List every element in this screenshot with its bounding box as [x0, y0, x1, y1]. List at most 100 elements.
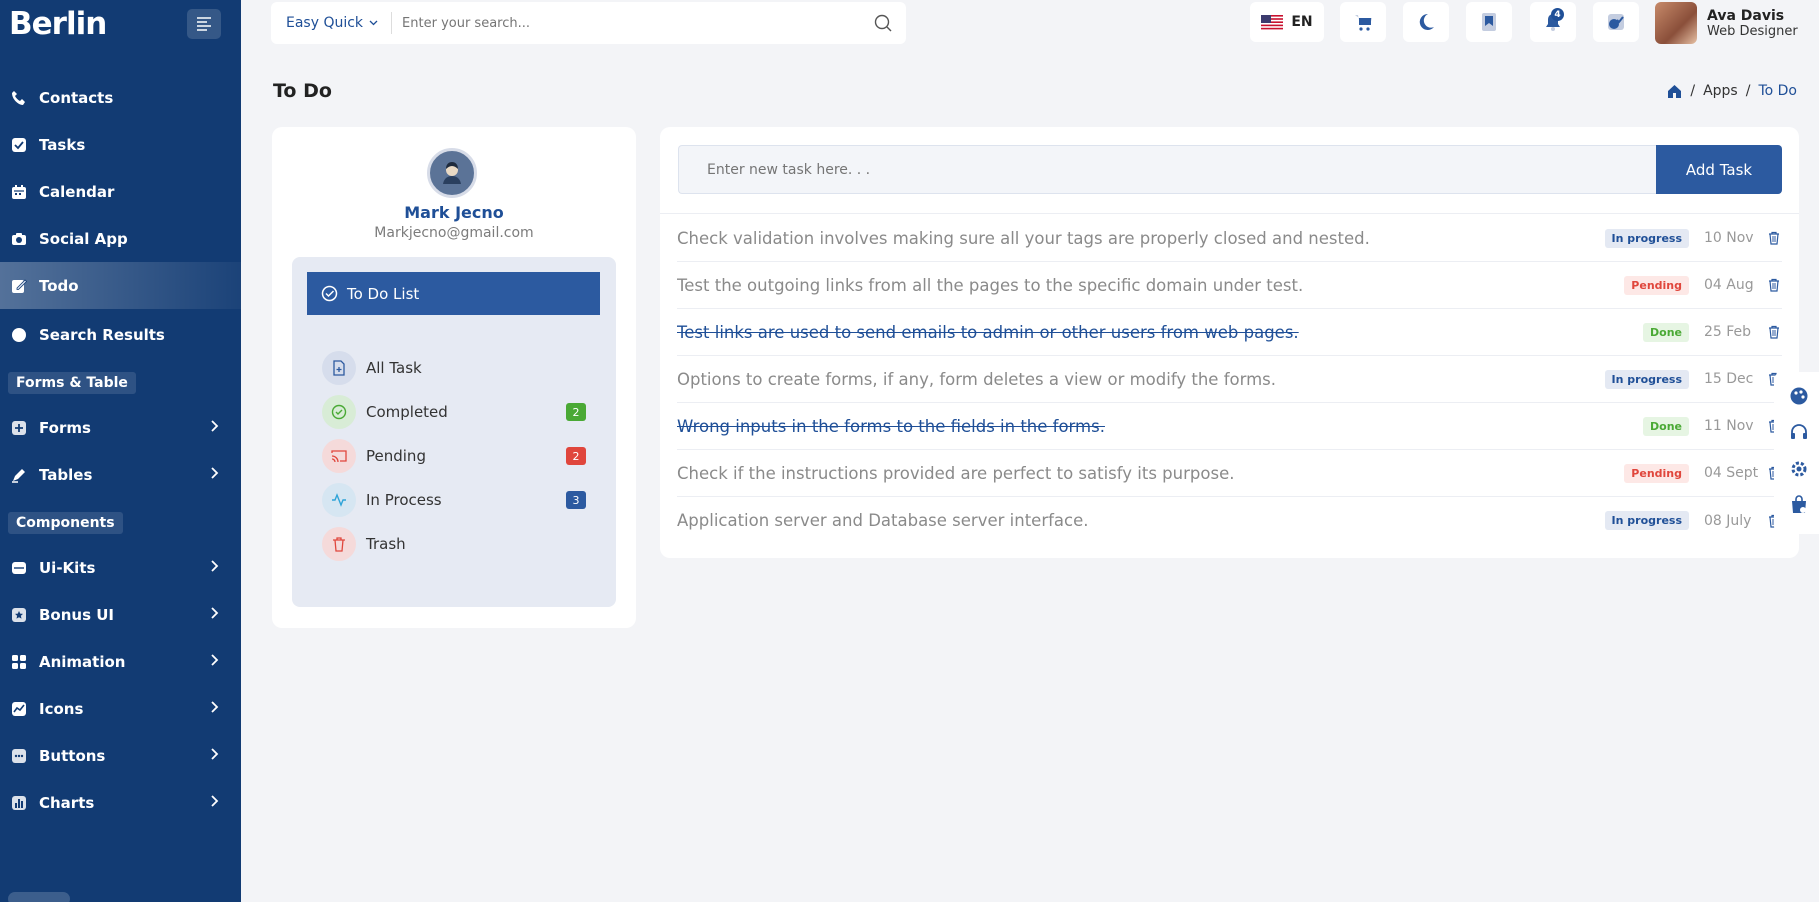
task-row[interactable]: Application server and Database server i…: [677, 497, 1782, 544]
category-completed[interactable]: Completed 2: [322, 394, 586, 430]
message-check-icon: [1608, 14, 1624, 30]
task-text: Options to create forms, if any, form de…: [677, 369, 1277, 389]
task-date: 04 Sept: [1704, 465, 1759, 481]
category-all-task[interactable]: All Task: [322, 350, 586, 386]
task-status-badge: In progress: [1604, 369, 1689, 389]
section-label-forms-table: Forms & Table: [8, 372, 136, 394]
todo-sidebar-card: Mark Jecno Markjecno@gmail.com To Do Lis…: [272, 127, 636, 628]
chevron-right-icon: [211, 748, 219, 760]
home-icon[interactable]: [1667, 84, 1682, 99]
pen-icon: [10, 466, 28, 484]
category-pending[interactable]: Pending 2: [322, 438, 586, 474]
dark-mode-toggle[interactable]: [1403, 2, 1449, 42]
search-icon[interactable]: [874, 14, 892, 32]
sidebar-item-charts[interactable]: Charts: [0, 779, 241, 826]
cart-button[interactable]: [1340, 2, 1386, 42]
breadcrumb-separator: /: [1690, 83, 1696, 99]
moon-icon: [1419, 13, 1434, 30]
todo-list-header[interactable]: To Do List: [307, 272, 600, 315]
star-box-icon: [10, 606, 28, 624]
sidebar-header: Berlin: [0, 0, 241, 48]
task-row[interactable]: Check if the instructions provided are p…: [677, 450, 1782, 497]
sidebar-item-label: Buttons: [39, 746, 106, 765]
sidebar-item-social-app[interactable]: Social App: [0, 215, 241, 262]
sidebar-nav: Contacts Tasks Calendar Social App Todo …: [0, 74, 241, 826]
settings-icon[interactable]: [1788, 458, 1810, 480]
page-title: To Do: [273, 80, 332, 102]
sidebar-item-calendar[interactable]: Calendar: [0, 168, 241, 215]
trash-icon[interactable]: [1766, 325, 1782, 339]
trash-icon[interactable]: [1766, 278, 1782, 292]
chevron-down-icon: [369, 20, 378, 26]
sidebar-toggle-button[interactable]: [187, 9, 221, 39]
profile-email: Markjecno@gmail.com: [374, 225, 534, 241]
activity-icon: [322, 483, 356, 517]
bookmark-button[interactable]: [1466, 2, 1512, 42]
edit-icon: [10, 277, 28, 295]
language-selector[interactable]: EN: [1250, 2, 1324, 42]
check-square-icon: [10, 136, 28, 154]
category-label: In Process: [366, 491, 442, 509]
task-row[interactable]: Options to create forms, if any, form de…: [677, 356, 1782, 403]
sidebar-item-ui-kits[interactable]: Ui-Kits: [0, 544, 241, 591]
task-row[interactable]: Check validation involves making sure al…: [677, 215, 1782, 262]
brand-logo[interactable]: Berlin: [9, 6, 107, 42]
menu-icon: [197, 17, 211, 31]
category-in-process[interactable]: In Process 3: [322, 482, 586, 518]
search-input[interactable]: [402, 15, 874, 31]
person-icon: [443, 162, 461, 184]
sidebar-item-label: Bonus UI: [39, 605, 115, 624]
sidebar-item-tasks[interactable]: Tasks: [0, 121, 241, 168]
add-task-button[interactable]: Add Task: [1656, 145, 1782, 194]
quick-search-dropdown[interactable]: Easy Quick: [271, 12, 393, 34]
sidebar-item-label: Tables: [39, 465, 93, 484]
user-role: Web Designer: [1707, 23, 1798, 39]
sidebar-item-label: Charts: [39, 793, 95, 812]
sidebar-item-contacts[interactable]: Contacts: [0, 74, 241, 121]
sidebar-item-search-results[interactable]: Search Results: [0, 311, 241, 358]
sidebar-item-label: Animation: [39, 652, 126, 671]
task-row[interactable]: Test the outgoing links from all the pag…: [677, 262, 1782, 309]
task-date: 11 Nov: [1704, 418, 1754, 434]
notifications-button[interactable]: 4: [1530, 2, 1576, 42]
user-profile[interactable]: Ava Davis Web Designer: [1655, 2, 1798, 44]
sidebar-item-label: Contacts: [39, 88, 114, 107]
sidebar-item-forms[interactable]: Forms: [0, 404, 241, 451]
task-text: Wrong inputs in the forms to the fields …: [677, 416, 1105, 436]
task-date: 15 Dec: [1704, 371, 1754, 387]
chevron-right-icon: [211, 607, 219, 619]
sidebar-item-label: Forms: [39, 418, 91, 437]
breadcrumb: / Apps / To Do: [1667, 83, 1797, 99]
chevron-right-icon: [211, 795, 219, 807]
sidebar-item-tables[interactable]: Tables: [0, 451, 241, 498]
chevron-right-icon: [211, 560, 219, 572]
trash-icon[interactable]: [1766, 231, 1782, 245]
window-icon: [10, 559, 28, 577]
shopping-bag-icon[interactable]: [1788, 494, 1810, 516]
task-status-badge: Done: [1643, 322, 1689, 342]
sidebar-item-todo[interactable]: Todo: [0, 262, 241, 309]
task-text: Check if the instructions provided are p…: [677, 463, 1235, 483]
task-row[interactable]: Test links are used to send emails to ad…: [677, 309, 1782, 356]
category-trash[interactable]: Trash: [322, 526, 586, 562]
task-date: 25 Feb: [1704, 324, 1752, 340]
category-label: Trash: [366, 535, 406, 553]
palette-icon[interactable]: [1788, 385, 1810, 407]
messages-button[interactable]: [1593, 2, 1639, 42]
sidebar-item-bonus-ui[interactable]: Bonus UI: [0, 591, 241, 638]
breadcrumb-apps[interactable]: Apps: [1703, 83, 1738, 99]
task-status-badge: Pending: [1624, 463, 1689, 483]
sidebar-item-buttons[interactable]: Buttons: [0, 732, 241, 779]
phone-icon: [10, 89, 28, 107]
category-count-badge: 2: [566, 447, 586, 465]
headset-icon[interactable]: [1788, 421, 1810, 443]
category-count-badge: 2: [566, 403, 586, 421]
chevron-right-icon: [211, 420, 219, 432]
task-status-badge: In progress: [1604, 511, 1689, 530]
sidebar-item-icons[interactable]: Icons: [0, 685, 241, 732]
sidebar: Berlin Contacts Tasks Calendar Social Ap…: [0, 0, 241, 902]
new-task-input[interactable]: [678, 145, 1656, 194]
task-row[interactable]: Wrong inputs in the forms to the fields …: [677, 403, 1782, 450]
user-avatar: [1655, 2, 1697, 44]
sidebar-item-animation[interactable]: Animation: [0, 638, 241, 685]
